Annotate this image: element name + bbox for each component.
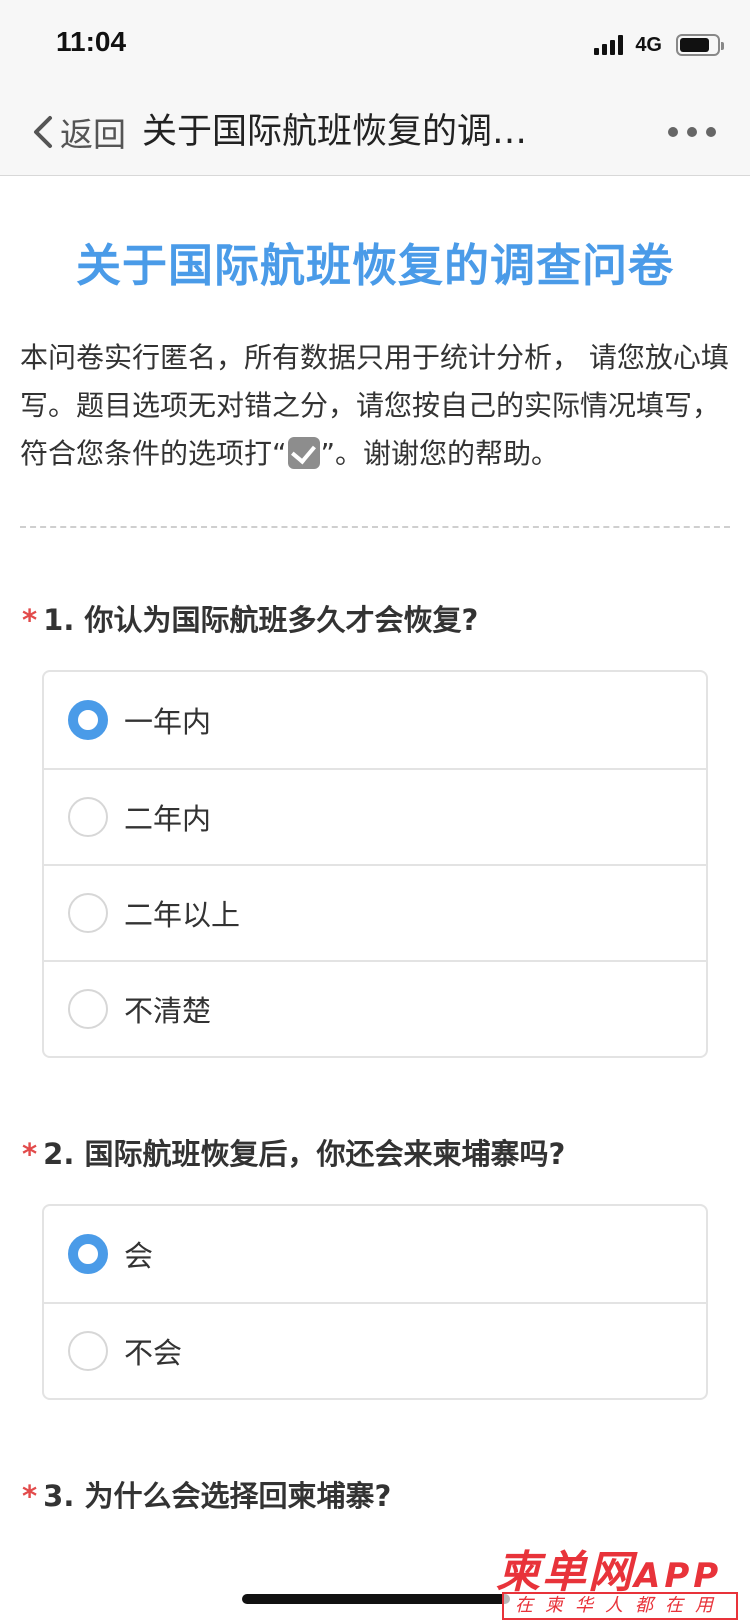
dashed-divider — [20, 526, 730, 528]
back-label: 返回 — [60, 115, 126, 154]
option-item[interactable]: 二年以上 — [44, 864, 706, 960]
nav-title: 关于国际航班恢复的调… — [142, 112, 528, 152]
watermark-brand: 柬单网APP — [496, 1547, 723, 1598]
question-title: * 1. 你认为国际航班多久才会恢复? — [22, 596, 708, 644]
watermark-logo: 柬单网APP 在柬华人都在用 — [496, 1536, 740, 1620]
option-label: 二年内 — [124, 802, 212, 836]
survey-desc-text-end: ”。谢谢您的帮助。 — [320, 437, 560, 470]
option-label: 会 — [124, 1239, 154, 1273]
option-item[interactable]: 不会 — [44, 1302, 706, 1398]
battery-icon — [676, 34, 724, 56]
question-text: 1. 你认为国际航班多久才会恢复? — [43, 603, 479, 637]
option-label: 不会 — [124, 1336, 183, 1370]
status-indicators: 4G — [594, 32, 724, 58]
survey-description: 本问卷实行匿名，所有数据只用于统计分析， 请您放心填写。题目选项无对错之分，请您… — [20, 334, 730, 478]
radio-unchecked-icon[interactable] — [68, 797, 108, 837]
options-list: 会 不会 — [42, 1204, 708, 1400]
question-text: 2. 国际航班恢复后，你还会来柬埔寨吗? — [43, 1137, 566, 1171]
option-item[interactable]: 一年内 — [44, 672, 706, 768]
options-list: 一年内 二年内 二年以上 不清楚 — [42, 670, 708, 1058]
required-mark: * — [22, 1479, 38, 1513]
survey-content: 关于国际航班恢复的调查问卷 本问卷实行匿名，所有数据只用于统计分析， 请您放心填… — [0, 177, 750, 1520]
radio-unchecked-icon[interactable] — [68, 1331, 108, 1371]
option-label: 一年内 — [124, 705, 212, 739]
question-title: * 3. 为什么会选择回柬埔寨? — [22, 1472, 708, 1520]
status-bar: 11:04 4G — [0, 0, 750, 88]
radio-unchecked-icon[interactable] — [68, 989, 108, 1029]
required-mark: * — [22, 603, 38, 637]
chevron-left-icon — [34, 116, 52, 148]
question-title: * 2. 国际航班恢复后，你还会来柬埔寨吗? — [22, 1130, 708, 1178]
more-dots-icon[interactable] — [668, 116, 716, 148]
radio-checked-icon[interactable] — [68, 700, 108, 740]
option-item[interactable]: 会 — [44, 1206, 706, 1302]
option-item[interactable]: 二年内 — [44, 768, 706, 864]
back-button[interactable]: 返回 — [28, 106, 126, 158]
question-1: * 1. 你认为国际航班多久才会恢复? 一年内 二年内 二年以上 不清楚 — [0, 596, 750, 1058]
question-text: 3. 为什么会选择回柬埔寨? — [43, 1479, 392, 1513]
check-box-icon — [287, 437, 320, 469]
network-label: 4G — [635, 33, 662, 56]
nav-bar: 返回 关于国际航班恢复的调… — [0, 88, 750, 176]
question-2: * 2. 国际航班恢复后，你还会来柬埔寨吗? 会 不会 — [0, 1130, 750, 1400]
status-time: 11:04 — [56, 26, 127, 57]
survey-title: 关于国际航班恢复的调查问卷 — [75, 239, 674, 292]
battery-level — [680, 38, 709, 52]
required-mark: * — [22, 1137, 38, 1171]
question-3: * 3. 为什么会选择回柬埔寨? — [0, 1472, 750, 1520]
option-label: 不清楚 — [124, 994, 212, 1028]
watermark-tagline: 在柬华人都在用 — [502, 1592, 738, 1620]
radio-unchecked-icon[interactable] — [68, 893, 108, 933]
option-item[interactable]: 不清楚 — [44, 960, 706, 1056]
option-label: 二年以上 — [124, 898, 241, 932]
signal-icon — [594, 35, 624, 55]
home-indicator[interactable] — [242, 1594, 510, 1604]
radio-checked-icon[interactable] — [68, 1234, 108, 1274]
